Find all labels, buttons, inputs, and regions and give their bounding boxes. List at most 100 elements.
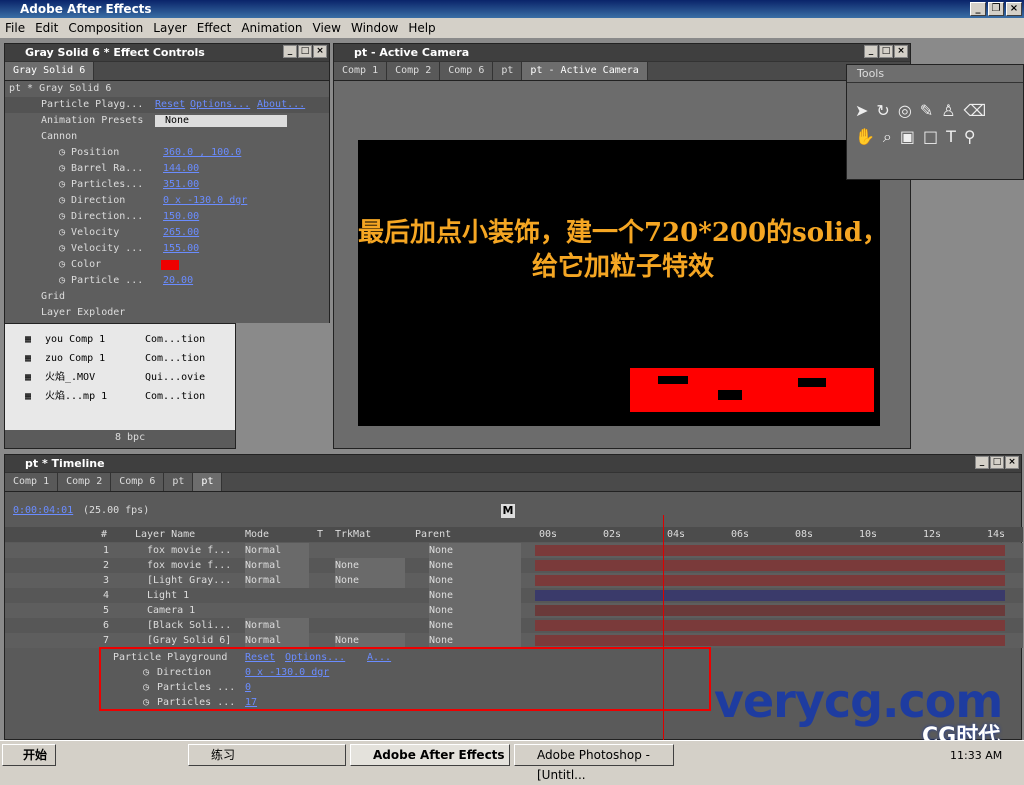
layer-parent-dropdown[interactable]: None — [429, 573, 521, 588]
viewer-maximize-button[interactable]: □ — [879, 45, 893, 58]
layer-name[interactable]: [Gray Solid 6] — [147, 633, 231, 648]
reset-link[interactable]: Reset — [155, 97, 185, 113]
about-link[interactable]: About... — [257, 97, 305, 113]
layer-row[interactable]: 3 [Light Gray... Normal None None — [5, 573, 1023, 588]
timeline-maximize-button[interactable]: □ — [990, 456, 1004, 469]
stopwatch-icon[interactable]: ◷ — [59, 195, 71, 206]
layer-mode-dropdown[interactable]: Normal — [245, 618, 309, 633]
rotate-tool-icon[interactable]: ↻ — [876, 101, 897, 120]
taskbar-item-after-effects[interactable]: Adobe After Effects — [350, 744, 510, 766]
property-value[interactable]: 265.00 — [163, 225, 199, 241]
layer-parent-dropdown[interactable]: None — [429, 603, 521, 618]
layer-duration-bar[interactable] — [535, 620, 1005, 631]
stopwatch-icon[interactable]: ◷ — [59, 259, 71, 270]
text-tool-icon[interactable]: T — [946, 127, 964, 146]
viewer-tab-comp6[interactable]: Comp 6 — [440, 62, 494, 80]
menu-help[interactable]: Help — [403, 21, 440, 35]
close-button[interactable]: × — [1006, 2, 1022, 16]
panel-minimize-button[interactable]: _ — [283, 45, 297, 58]
tab-gray-solid[interactable]: Gray Solid 6 — [5, 62, 95, 80]
layer-row[interactable]: 6 [Black Soli... Normal None — [5, 618, 1023, 633]
layer-duration-bar[interactable] — [535, 605, 1005, 616]
layer-name[interactable]: Camera 1 — [147, 603, 195, 618]
minimize-button[interactable]: _ — [970, 2, 986, 16]
project-item[interactable]: ▦ 火焰_.MOV Qui...ovie — [5, 370, 223, 386]
timecode[interactable]: 0:00:04:01 — [13, 505, 73, 516]
camera-tool-icon[interactable]: ▣ — [900, 127, 923, 146]
layer-duration-bar[interactable] — [535, 575, 1005, 586]
cannon-group[interactable]: Cannon — [5, 129, 329, 145]
layer-row[interactable]: 5 Camera 1 None — [5, 603, 1023, 618]
timeline-minimize-button[interactable]: _ — [975, 456, 989, 469]
presets-dropdown[interactable]: None — [155, 115, 287, 127]
options-link[interactable]: Options... — [190, 97, 250, 113]
layer-row[interactable]: 1 fox movie f... Normal None — [5, 543, 1023, 558]
viewer-tab-pt[interactable]: pt — [493, 62, 523, 80]
layer-name[interactable]: [Black Soli... — [147, 618, 231, 633]
layer-mode-dropdown[interactable]: Normal — [245, 543, 309, 558]
menu-layer[interactable]: Layer — [148, 21, 191, 35]
layer-trkmat-dropdown[interactable]: None — [335, 558, 405, 573]
menu-file[interactable]: File — [0, 21, 30, 35]
tl-tab-pt-active[interactable]: pt — [193, 473, 223, 491]
layer-row[interactable]: 4 Light 1 None — [5, 588, 1023, 603]
layer-row[interactable]: 7 [Gray Solid 6] Normal None None — [5, 633, 1023, 648]
start-button[interactable]: 开始 — [2, 744, 56, 766]
layer-parent-dropdown[interactable]: None — [429, 633, 521, 648]
taskbar-item-photoshop[interactable]: Adobe Photoshop - [Untitl... — [514, 744, 674, 782]
viewer-minimize-button[interactable]: _ — [864, 45, 878, 58]
menu-edit[interactable]: Edit — [30, 21, 63, 35]
viewer-tab-active-camera[interactable]: pt - Active Camera — [522, 62, 648, 80]
project-item[interactable]: ▦ you Comp 1 Com...tion — [5, 332, 223, 348]
layer-mode-dropdown[interactable]: Normal — [245, 633, 309, 648]
taskbar-item-folder[interactable]: 练习 — [188, 744, 346, 766]
stamp-tool-icon[interactable]: ♙ — [941, 101, 963, 120]
layer-parent-dropdown[interactable]: None — [429, 588, 521, 603]
stopwatch-icon[interactable]: ◷ — [59, 211, 71, 222]
tl-tab-comp1[interactable]: Comp 1 — [5, 473, 59, 491]
layer-name[interactable]: Light 1 — [147, 588, 189, 603]
rectangle-tool-icon[interactable]: □ — [923, 127, 946, 146]
marker-button[interactable]: M — [501, 504, 515, 518]
menu-animation[interactable]: Animation — [236, 21, 307, 35]
stopwatch-icon[interactable]: ◷ — [59, 275, 71, 286]
grid-group[interactable]: Grid — [5, 289, 329, 305]
layer-trkmat-dropdown[interactable]: None — [335, 633, 405, 648]
layer-exploder-group[interactable]: Layer Exploder — [5, 305, 329, 321]
layer-trkmat-dropdown[interactable]: None — [335, 573, 405, 588]
particle-solid[interactable] — [630, 368, 874, 412]
panel-close-button[interactable]: × — [313, 45, 327, 58]
menu-view[interactable]: View — [308, 21, 346, 35]
viewer-tab-comp1[interactable]: Comp 1 — [334, 62, 388, 80]
timeline-close-button[interactable]: × — [1005, 456, 1019, 469]
stopwatch-icon[interactable]: ◷ — [59, 163, 71, 174]
bpc-label[interactable]: 8 bpc — [115, 432, 145, 443]
layer-parent-dropdown[interactable]: None — [429, 618, 521, 633]
project-item[interactable]: ▦ 火焰...mp 1 Com...tion — [5, 389, 223, 405]
property-value[interactable]: 351.00 — [163, 177, 199, 193]
viewer-tab-comp2[interactable]: Comp 2 — [387, 62, 441, 80]
layer-duration-bar[interactable] — [535, 545, 1005, 556]
stopwatch-icon[interactable]: ◷ — [59, 227, 71, 238]
tl-tab-comp2[interactable]: Comp 2 — [58, 473, 112, 491]
col-layer-name[interactable]: Layer Name — [135, 527, 195, 542]
pen-tool-icon[interactable]: ✎ — [920, 101, 941, 120]
layer-duration-bar[interactable] — [535, 590, 1005, 601]
tl-tab-pt[interactable]: pt — [164, 473, 194, 491]
menu-window[interactable]: Window — [346, 21, 403, 35]
selection-tool-icon[interactable]: ➤ — [855, 101, 876, 120]
hand-tool-icon[interactable]: ✋ — [855, 127, 883, 146]
stopwatch-icon[interactable]: ◷ — [59, 147, 71, 158]
layer-name[interactable]: fox movie f... — [147, 543, 231, 558]
panel-maximize-button[interactable]: □ — [298, 45, 312, 58]
project-item[interactable]: ▦ zuo Comp 1 Com...tion — [5, 351, 223, 367]
pin-tool-icon[interactable]: ⚲ — [964, 127, 984, 146]
layer-parent-dropdown[interactable]: None — [429, 558, 521, 573]
layer-name[interactable]: fox movie f... — [147, 558, 231, 573]
property-value[interactable]: 20.00 — [163, 273, 193, 289]
color-swatch[interactable] — [161, 260, 179, 270]
layer-parent-dropdown[interactable]: None — [429, 543, 521, 558]
property-value[interactable]: 360.0 , 100.0 — [163, 145, 241, 161]
viewer-close-button[interactable]: × — [894, 45, 908, 58]
layer-mode-dropdown[interactable]: Normal — [245, 573, 309, 588]
